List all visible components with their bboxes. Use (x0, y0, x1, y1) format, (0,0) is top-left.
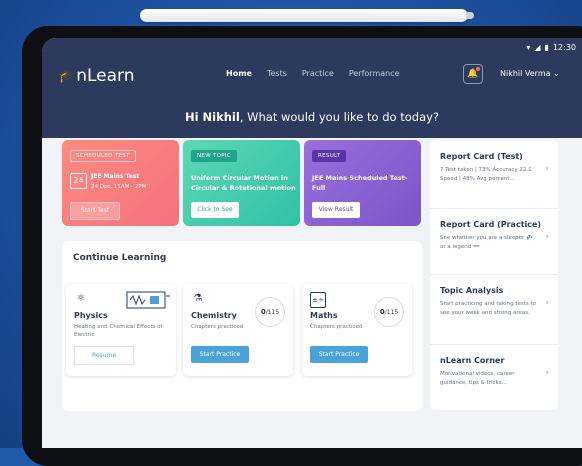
scheduled-test-card: SCHEDULED TEST 24 JEE Mains Test 24 Dec,… (62, 140, 179, 226)
card-title: JEE Mains Scheduled Test- Full (312, 174, 408, 192)
greeting-name: Hi Nikhil (184, 110, 240, 124)
click-to-see-button[interactable]: Click to See (191, 202, 239, 218)
topic-analysis[interactable]: Topic Analysis Start practicing and taki… (430, 274, 558, 345)
app-screen: ▾ ◢ ▮ 12:30 🎓 nLearn Home Tests Practice… (42, 38, 582, 448)
item-title: Report Card (Practice) (440, 220, 542, 229)
count-total: /115 (265, 309, 280, 316)
greeting: Hi Nikhil, What would you like to do tod… (42, 110, 582, 124)
new-topic-card: NEW TOPIC Uniform Circular Motion in Cir… (183, 140, 300, 226)
subject-name: Physics (74, 311, 108, 320)
card-tag: NEW TOPIC (191, 150, 237, 162)
item-text: Start practicing and taking tests to see… (440, 301, 537, 316)
nav-home[interactable]: Home (226, 69, 252, 78)
card-title: Uniform Circular Motion in Circular & Ro… (191, 174, 296, 192)
status-time: 12:30 (552, 43, 576, 52)
flask-icon: ⚗ (193, 293, 203, 304)
view-result-button[interactable]: View Result (312, 202, 360, 218)
user-menu[interactable]: Nikhil Verma ⌄ (500, 69, 560, 78)
circuit-icon (126, 291, 170, 309)
subject-desc: Chapters practiced (310, 324, 363, 330)
battery-icon: ▮ (544, 43, 549, 52)
card-title: JEE Mains Test (91, 173, 140, 180)
item-text: Motivational videos, career guidance, ti… (440, 371, 515, 386)
notification-button[interactable]: 🔔 (463, 64, 483, 84)
logo-text: nLearn (76, 66, 135, 86)
atom-icon: ⚛ (76, 293, 86, 304)
item-title: Topic Analysis (440, 286, 504, 295)
card-tag: RESULT (312, 150, 347, 162)
notification-dot (476, 67, 480, 71)
subject-name: Maths (310, 311, 338, 320)
wifi-icon: ▾ (526, 43, 531, 52)
item-text: See whether you are a sleeper 💤 or a leg… (440, 235, 533, 250)
chevron-right-icon: › (545, 164, 549, 174)
card-subtitle: 24 Dec, 11AM - 2PM (91, 184, 147, 190)
subject-card-maths: ±÷ 0/115 Maths Chapters practiced Start … (302, 284, 412, 376)
subject-desc: Heating and Chemical Effects of Electric (74, 324, 163, 338)
subject-name: Chemistry (191, 311, 237, 320)
count-total: /115 (384, 309, 399, 316)
graduation-cap-icon: 🎓 (58, 68, 75, 84)
greeting-text: , What would you like to do today? (239, 110, 440, 124)
chevron-right-icon: › (545, 368, 549, 378)
start-practice-button[interactable]: Start Practice (191, 346, 249, 363)
nav-practice[interactable]: Practice (302, 69, 334, 78)
stylus-pencil (140, 9, 474, 22)
signal-icon: ◢ (534, 43, 541, 52)
nlearn-corner[interactable]: nLearn Corner Motivational videos, caree… (430, 344, 558, 410)
nav-tests[interactable]: Tests (267, 69, 287, 78)
chevron-right-icon: › (545, 232, 549, 242)
subject-desc: Chapters practiced (191, 324, 244, 330)
report-card-practice[interactable]: Report Card (Practice) See whether you a… (430, 208, 558, 275)
item-text: 7 Test taken | 73% Accuracy 22.1 Speed |… (440, 167, 532, 182)
header: ▾ ◢ ▮ 12:30 🎓 nLearn Home Tests Practice… (42, 38, 582, 138)
main-nav: Home Tests Practice Performance (226, 69, 400, 78)
chevron-right-icon: › (545, 298, 549, 308)
app-logo[interactable]: 🎓 nLearn (58, 66, 134, 86)
subject-card-chemistry: ⚗ 0/115 Chemistry Chapters practiced Sta… (183, 284, 293, 376)
item-title: nLearn Corner (440, 356, 505, 365)
start-practice-button[interactable]: Start Practice (310, 346, 368, 363)
continue-learning-panel: Continue Learning ⚛ Physics Heating and … (62, 241, 422, 411)
card-tag: SCHEDULED TEST (70, 150, 136, 162)
report-card-test[interactable]: Report Card (Test) 7 Test taken | 73% Ac… (430, 140, 558, 209)
status-bar: ▾ ◢ ▮ 12:30 (526, 43, 576, 52)
item-title: Report Card (Test) (440, 152, 523, 161)
panel-title: Continue Learning (73, 253, 167, 263)
resume-button[interactable]: Resume (74, 346, 134, 365)
right-sidebar: Report Card (Test) 7 Test taken | 73% Ac… (430, 140, 558, 410)
result-card: RESULT JEE Mains Scheduled Test- Full Vi… (304, 140, 421, 226)
start-test-button[interactable]: Start Test (70, 202, 120, 220)
user-name: Nikhil Verma ⌄ (500, 69, 560, 78)
calendar-icon: 24 (70, 173, 87, 189)
calculator-icon: ±÷ (310, 292, 326, 308)
subject-card-physics: ⚛ Physics Heating and Chemical Effects o… (66, 284, 176, 376)
nav-performance[interactable]: Performance (349, 69, 400, 78)
